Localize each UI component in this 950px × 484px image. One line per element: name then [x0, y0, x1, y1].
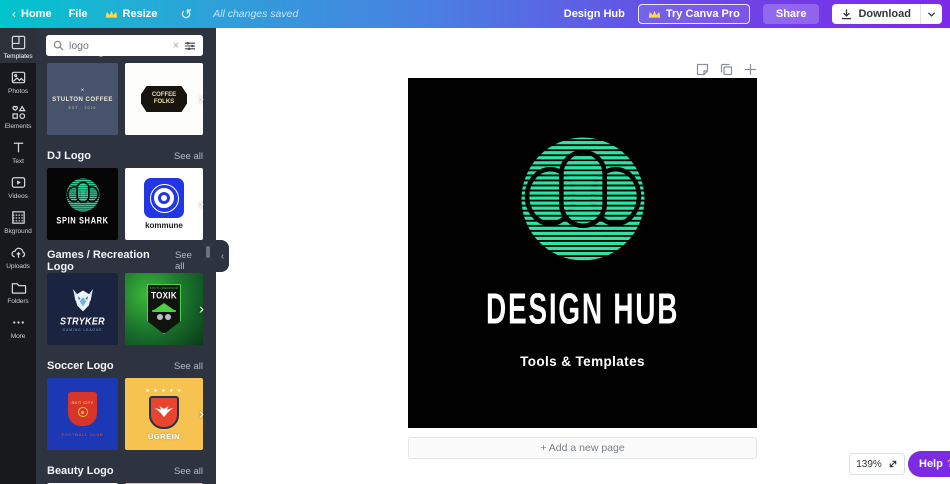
template-thumbnail-kommune[interactable]: kommune: [125, 168, 203, 240]
shield-badge: SKIT CITY: [68, 392, 97, 426]
add-notes-icon[interactable]: [696, 63, 709, 76]
template-thumbnail-ugrein[interactable]: ★ ★ ★ ★ ★ UGREIN: [125, 378, 203, 450]
collapse-panel-button[interactable]: ‹: [216, 240, 229, 272]
template-thumbnail-spin-shark[interactable]: SPIN SHARK · · · · ·: [47, 168, 118, 240]
add-page-icon[interactable]: [744, 63, 757, 76]
crown-icon: [105, 9, 118, 19]
sidebar-item-videos[interactable]: Videos: [0, 168, 36, 203]
download-button-group: Download: [832, 4, 942, 24]
add-new-page-button[interactable]: + Add a new page: [408, 437, 757, 459]
see-all-link[interactable]: See all: [174, 466, 203, 477]
section-title: Beauty Logo: [47, 465, 114, 477]
text-icon: [10, 139, 27, 156]
search-box[interactable]: ×: [46, 35, 203, 56]
resize-button[interactable]: Resize: [105, 8, 158, 20]
home-button[interactable]: ‹ Home: [12, 7, 52, 21]
sidebar-item-elements[interactable]: Elements: [0, 98, 36, 133]
undo-icon: ↺: [180, 6, 192, 22]
undo-button[interactable]: ↺: [180, 6, 192, 23]
duplicate-page-icon[interactable]: [720, 63, 733, 76]
chevron-right-icon[interactable]: ›: [199, 196, 204, 213]
stars-row: ★ ★ ★ ★ ★: [146, 388, 183, 394]
headphones-logo[interactable]: [520, 136, 646, 262]
sidebar-item-templates[interactable]: Templates: [0, 28, 36, 63]
chevron-right-icon[interactable]: ›: [199, 91, 204, 108]
design-workspace: DESIGN HUB Tools & Templates + Add a new…: [216, 28, 950, 484]
crown-icon: [648, 9, 661, 19]
templates-icon: [10, 34, 27, 51]
sidebar-item-photos[interactable]: Photos: [0, 63, 36, 98]
background-icon: [10, 209, 27, 226]
search-input[interactable]: [69, 40, 168, 52]
page-actions: [408, 63, 757, 76]
template-section-coffee: Coffee Logo See all × STULTON COFFEE EST…: [47, 52, 203, 135]
template-thumbnail-stryker[interactable]: STRYKER GAMING LEAGUE: [47, 273, 118, 345]
chevron-left-icon: ‹: [12, 7, 16, 21]
design-subtitle-text[interactable]: Tools & Templates: [408, 354, 757, 369]
section-title: Soccer Logo: [47, 360, 114, 372]
template-section-games: Games / Recreation Logo See all: [47, 254, 203, 345]
chevron-down-icon: [927, 10, 936, 19]
help-button[interactable]: Help ?: [908, 451, 950, 477]
videos-icon: [10, 174, 27, 191]
zoom-level: 139%: [856, 459, 882, 470]
headphones-logo-icon: [66, 178, 100, 212]
panel-scroll-area[interactable]: Coffee Logo See all × STULTON COFFEE EST…: [36, 52, 216, 484]
zoom-control[interactable]: 139%: [849, 453, 905, 475]
sidebar-item-folders[interactable]: Folders: [0, 273, 36, 308]
save-status: All changes saved: [213, 8, 298, 20]
target-logo-icon: [144, 178, 184, 218]
template-thumbnail-skit-city[interactable]: SKIT CITY FOOTBALL CLUB: [47, 378, 118, 450]
top-toolbar: ‹ Home File Resize ↺ All changes saved D…: [0, 0, 950, 28]
section-title: DJ Logo: [47, 150, 91, 162]
see-all-link[interactable]: See all: [174, 151, 203, 162]
photos-icon: [10, 69, 27, 86]
design-canvas-page[interactable]: DESIGN HUB Tools & Templates: [408, 78, 757, 428]
chevron-right-icon[interactable]: ›: [199, 406, 204, 423]
see-all-link[interactable]: See all: [174, 361, 203, 372]
app-sidebar: Templates Photos Elements Text Videos Bk…: [0, 28, 36, 484]
sidebar-item-background[interactable]: Bkground: [0, 203, 36, 238]
canva-editor: ‹ Home File Resize ↺ All changes saved D…: [0, 0, 950, 484]
fullscreen-icon: [888, 459, 898, 469]
section-title: Games / Recreation Logo: [47, 249, 175, 273]
template-thumbnail-stulton[interactable]: × STULTON COFFEE EST · 2019: [47, 63, 118, 135]
template-section-beauty: Beauty Logo See all: [47, 464, 203, 484]
folders-icon: [10, 279, 27, 296]
shield-badge: [149, 396, 179, 429]
template-thumbnail-toxik[interactable]: SOUTH REDMOND TOXIK: [125, 273, 203, 345]
wolf-logo-icon: [68, 287, 98, 314]
file-menu-button[interactable]: File: [69, 8, 88, 20]
sidebar-item-text[interactable]: Text: [0, 133, 36, 168]
uploads-icon: [10, 244, 27, 261]
panel-scrollbar[interactable]: [206, 246, 210, 258]
shield-badge: SOUTH REDMOND TOXIK: [147, 284, 181, 334]
chevron-left-icon: ‹: [221, 251, 224, 262]
download-options-button[interactable]: [920, 4, 942, 24]
clear-search-icon[interactable]: ×: [173, 40, 179, 52]
eagle-icon: [153, 406, 175, 419]
share-button[interactable]: Share: [763, 4, 820, 24]
design-hub-link[interactable]: Design Hub: [564, 8, 625, 20]
headphones-logo-icon: [520, 136, 646, 262]
sidebar-item-uploads[interactable]: Uploads: [0, 238, 36, 273]
search-icon: [53, 40, 64, 51]
see-all-link[interactable]: See all: [175, 250, 203, 272]
more-icon: [10, 314, 27, 331]
download-button[interactable]: Download: [832, 4, 920, 24]
chevron-right-icon[interactable]: ›: [199, 301, 204, 318]
templates-panel: × Coffee Logo See all × STULTON COFFEE: [36, 28, 216, 484]
design-title-text[interactable]: DESIGN HUB: [408, 284, 757, 322]
filter-icon[interactable]: [184, 40, 196, 52]
elements-icon: [10, 104, 27, 121]
template-thumbnail-coffee-folks[interactable]: COFFEE FOLKS: [125, 63, 203, 135]
sidebar-item-more[interactable]: More: [0, 308, 36, 343]
template-section-soccer: Soccer Logo See all SKIT CITY FOOTBALL C…: [47, 359, 203, 450]
try-canva-pro-button[interactable]: Try Canva Pro: [638, 4, 750, 24]
template-section-dj: DJ Logo See all SPI: [47, 149, 203, 240]
download-icon: [841, 9, 852, 20]
